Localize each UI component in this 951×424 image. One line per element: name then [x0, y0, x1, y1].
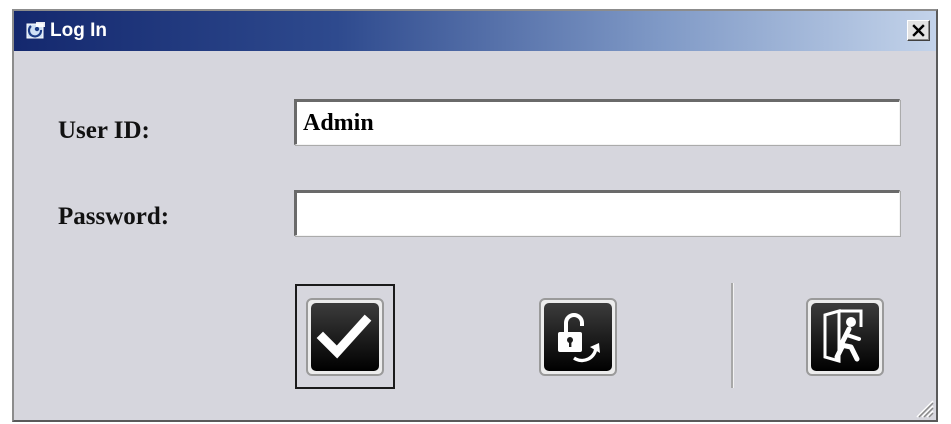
- title-bar[interactable]: Log In: [14, 11, 936, 51]
- resize-grip-icon[interactable]: [912, 396, 934, 418]
- close-button[interactable]: [907, 20, 930, 41]
- unlock-refresh-icon: [558, 313, 600, 363]
- user-id-label: User ID:: [58, 117, 150, 144]
- window-title: Log In: [50, 20, 107, 41]
- close-x-icon: [912, 24, 925, 37]
- user-id-field[interactable]: [294, 99, 900, 145]
- exit-door-icon: [823, 309, 863, 363]
- exit-button[interactable]: [806, 298, 884, 376]
- checkmark-icon: [316, 314, 372, 359]
- log-in-app-icon: [26, 21, 46, 41]
- login-dialog: Log In User ID: Password:: [12, 9, 938, 422]
- password-field[interactable]: [294, 190, 900, 236]
- password-label: Password:: [58, 203, 170, 230]
- change-password-button[interactable]: [539, 298, 617, 376]
- ok-button[interactable]: [306, 298, 384, 376]
- button-divider: [731, 283, 733, 388]
